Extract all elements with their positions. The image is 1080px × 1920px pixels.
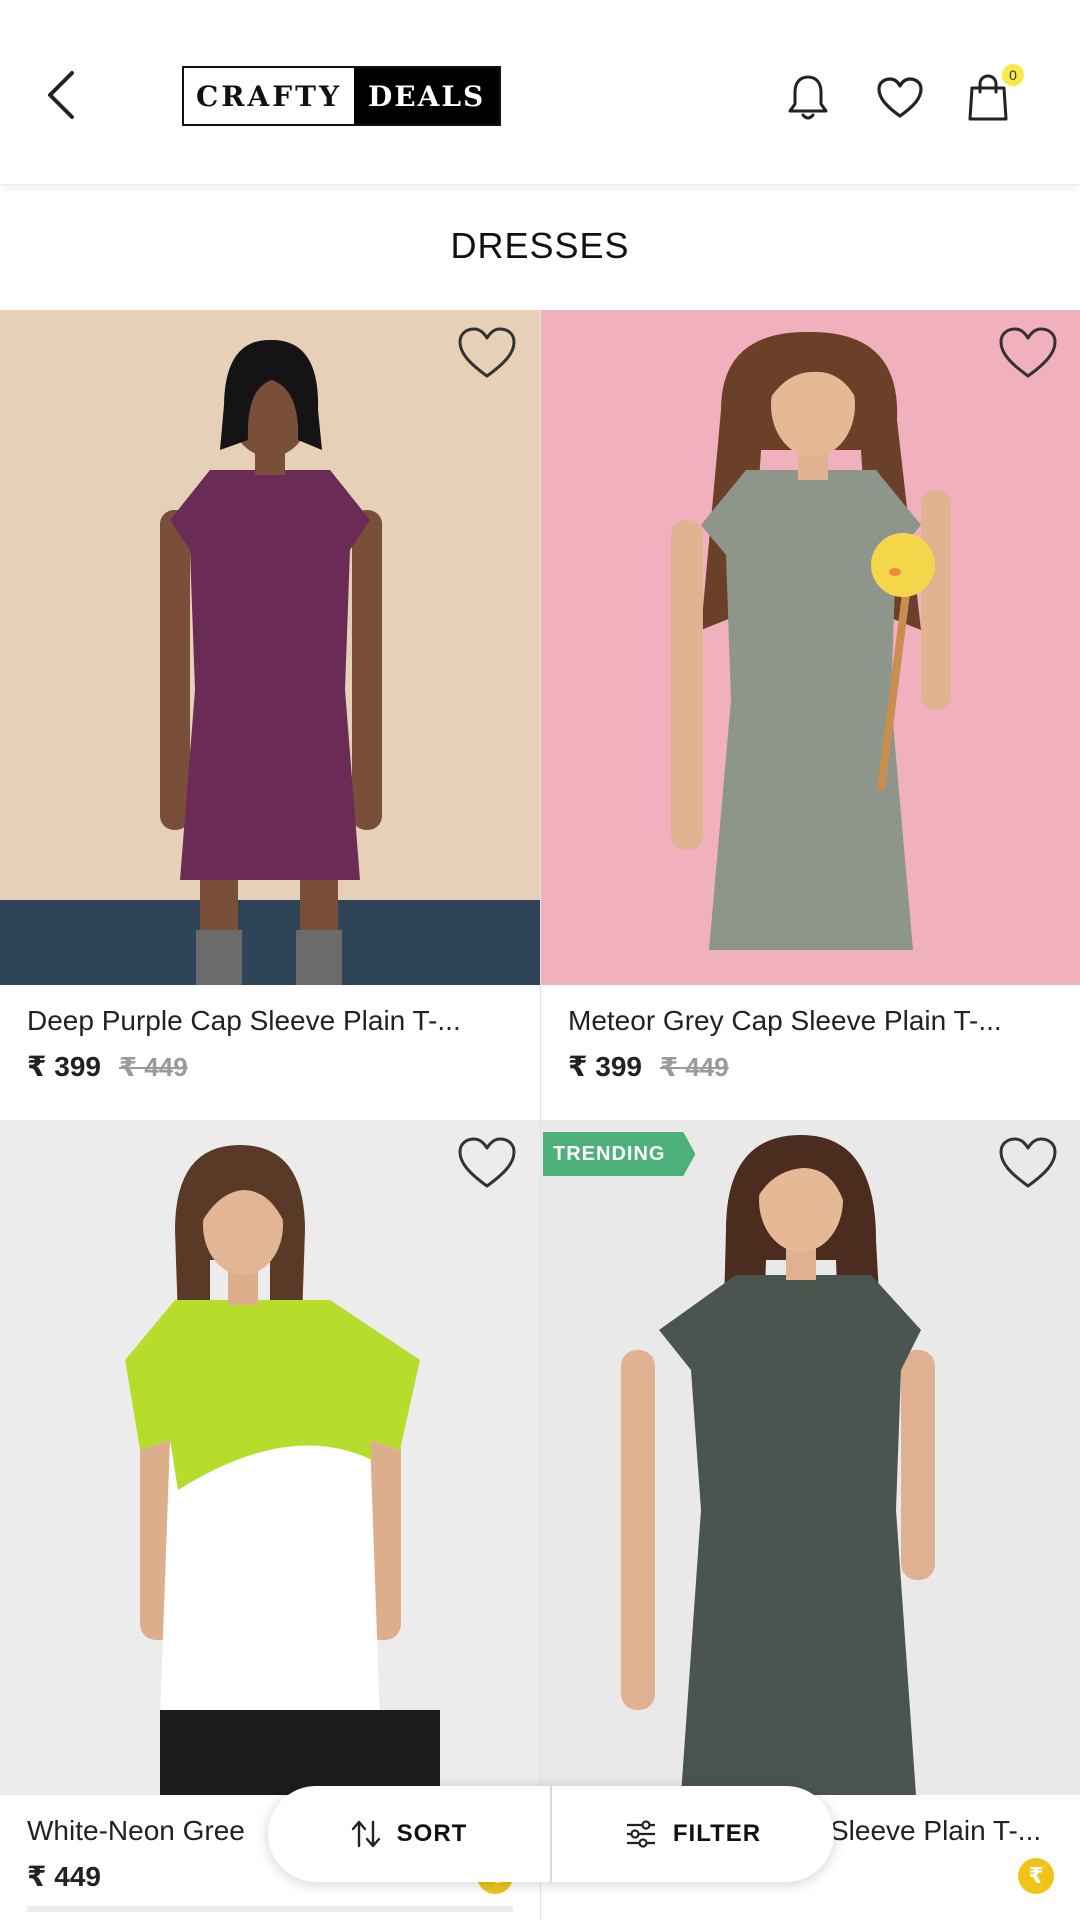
- product-image[interactable]: [0, 310, 540, 985]
- wishlist-button[interactable]: [870, 68, 930, 128]
- heart-icon: [999, 1137, 1057, 1188]
- heart-icon: [458, 327, 516, 378]
- heart-icon: [999, 327, 1057, 378]
- bell-icon: [788, 75, 828, 120]
- brand-logo-left: CRAFTY: [184, 68, 354, 124]
- scroll-indicator: [27, 1906, 513, 1912]
- sort-icon: [351, 1820, 380, 1848]
- product-price: ₹ 449: [27, 1861, 101, 1892]
- sort-label: SORT: [396, 1820, 468, 1847]
- product-name[interactable]: Meteor Grey Cap Sleeve Plain T-...: [568, 1005, 1002, 1037]
- notifications-button[interactable]: [778, 68, 838, 128]
- product-mrp: ₹ 449: [659, 1052, 729, 1082]
- wishlist-heart-button[interactable]: [997, 322, 1059, 384]
- wishlist-heart-button[interactable]: [997, 1132, 1059, 1194]
- cart-count-badge: 0: [1002, 64, 1024, 86]
- sort-filter-bar: SORT FILTER: [268, 1786, 834, 1882]
- wishlist-heart-button[interactable]: [456, 1132, 518, 1194]
- filter-label: FILTER: [672, 1820, 762, 1847]
- price-row: ₹ 399 ₹ 449: [27, 1050, 188, 1083]
- product-price: ₹ 399: [568, 1051, 642, 1082]
- price-row: ₹ 399 ₹ 449: [568, 1050, 729, 1083]
- chevron-left-icon: [48, 71, 74, 119]
- product-name[interactable]: Deep Purple Cap Sleeve Plain T-...: [27, 1005, 461, 1037]
- brand-logo[interactable]: CRAFTY DEALS: [182, 66, 502, 126]
- product-card[interactable]: Meteor Grey Cap Sleeve Plain T-... ₹ 399…: [541, 310, 1080, 1083]
- brand-logo-right: DEALS: [353, 68, 500, 124]
- heart-icon: [458, 1137, 516, 1188]
- wishlist-heart-button[interactable]: [456, 322, 518, 384]
- product-price: ₹ 399: [27, 1051, 101, 1082]
- filter-sliders-icon: [626, 1820, 655, 1848]
- rupee-coin-icon: ₹: [1018, 1858, 1054, 1894]
- product-image[interactable]: [541, 1120, 1080, 1795]
- product-mrp: ₹ 449: [118, 1052, 188, 1082]
- product-card[interactable]: Deep Purple Cap Sleeve Plain T-... ₹ 399…: [0, 310, 540, 1083]
- trending-badge: TRENDING: [543, 1132, 696, 1176]
- product-image[interactable]: [0, 1120, 540, 1795]
- product-image[interactable]: [541, 310, 1080, 985]
- price-row: ₹ 449: [27, 1860, 101, 1893]
- page-title: DRESSES: [450, 225, 630, 266]
- back-button[interactable]: [30, 60, 90, 130]
- app-header: CRAFTY DEALS 0: [0, 0, 1080, 185]
- sort-button[interactable]: SORT: [268, 1786, 550, 1882]
- heart-icon: [877, 77, 923, 118]
- cart-button[interactable]: 0: [958, 64, 1024, 128]
- product-name[interactable]: Sleeve Plain T-...: [830, 1815, 1041, 1847]
- shopping-bag-icon: [968, 74, 1008, 121]
- product-name[interactable]: White-Neon Gree: [27, 1815, 245, 1847]
- filter-button[interactable]: FILTER: [552, 1786, 834, 1882]
